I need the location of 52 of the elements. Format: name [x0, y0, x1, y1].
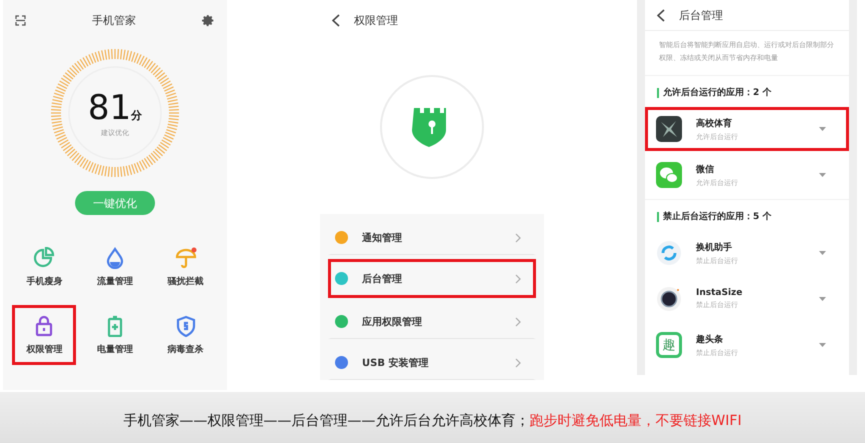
section-heading: 禁止后台运行的应用：5 个	[663, 210, 772, 223]
caret-icon[interactable]	[819, 173, 826, 177]
tool-label: 权限管理	[26, 344, 62, 356]
chat-bubbles-icon	[656, 162, 682, 188]
menu-label: 应用权限管理	[362, 315, 422, 328]
score-unit: 分	[131, 108, 142, 122]
highlight-frame[interactable]: 骚扰拦截	[154, 237, 218, 297]
app-logo-icon	[656, 116, 682, 142]
screen-title: 权限管理	[354, 12, 398, 28]
menu-label: 后台管理	[362, 272, 402, 286]
highlight-frame[interactable]: 病毒查杀	[154, 305, 218, 365]
highlight-frame[interactable]: 流量管理	[82, 237, 147, 297]
chevron-icon	[515, 358, 521, 368]
caret-icon[interactable]	[819, 127, 826, 131]
app-logo: 趣	[656, 332, 682, 358]
caret-icon[interactable]	[819, 251, 826, 255]
tool-label: 手机瘦身	[26, 275, 62, 288]
caret-icon[interactable]	[819, 297, 826, 301]
back-icon[interactable]	[332, 14, 340, 26]
app-name: 高校体育	[696, 117, 733, 130]
chevron-icon	[515, 232, 521, 242]
app-name: InstaSize	[696, 288, 744, 298]
menu-item[interactable]: 后台管理	[328, 259, 536, 298]
tool-label: 病毒查杀	[168, 343, 204, 356]
menu-item[interactable]: 应用权限管理	[328, 302, 536, 339]
caret-icon[interactable]	[819, 343, 826, 347]
tool-label: 骚扰拦截	[168, 275, 204, 288]
app-name: 微信	[696, 164, 715, 176]
screen-title: 手机管家	[92, 12, 136, 28]
menu-label: USB 安装管理	[362, 356, 428, 370]
tool-label: 电量管理	[96, 343, 133, 356]
back-icon[interactable]	[657, 8, 665, 22]
score-value: 81	[88, 88, 132, 128]
settings-icon[interactable]	[202, 14, 215, 26]
screen-title: 后台管理	[679, 8, 723, 22]
menu-label: 通知管理	[362, 232, 402, 244]
caption-text: 手机管家——权限管理——后台管理——允许后台允许高校体育；	[123, 412, 530, 430]
chevron-icon	[515, 316, 521, 326]
menu-item[interactable]: USB 安装管理	[328, 343, 536, 380]
sync-ring-icon	[656, 240, 682, 266]
highlight-frame[interactable]: 电量管理	[82, 305, 147, 365]
highlight-frame[interactable]: 手机瘦身	[12, 237, 76, 297]
highlight-frame[interactable]: 权限管理	[12, 305, 76, 365]
app-name: 趣头条	[696, 333, 724, 346]
scan-icon[interactable]	[15, 14, 26, 26]
section-heading: 允许后台运行的应用：2 个	[663, 86, 772, 99]
chevron-icon	[515, 274, 521, 284]
caption-note: 跑步时避免低电量，不要链接WIFI	[529, 412, 742, 430]
camera-lens-icon	[656, 286, 682, 312]
app-name: 换机助手	[696, 241, 733, 254]
tool-label: 流量管理	[96, 275, 133, 288]
menu-item[interactable]: 通知管理	[328, 218, 536, 255]
